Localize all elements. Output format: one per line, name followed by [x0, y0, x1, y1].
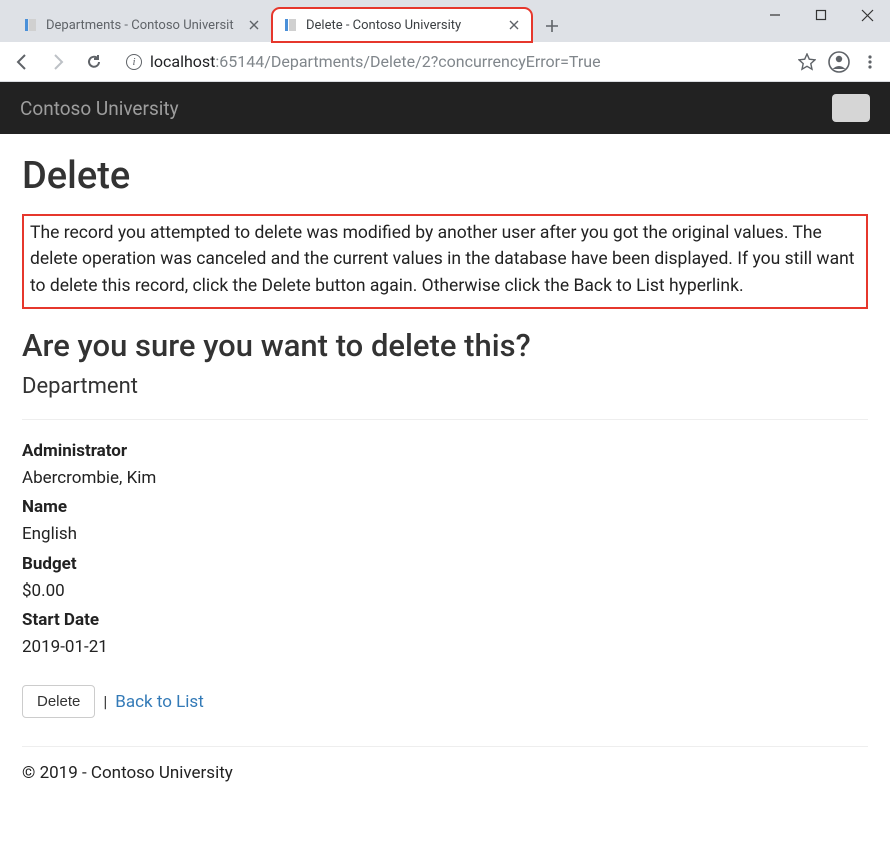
window-titlebar: Departments - Contoso Universit Delete -… [0, 0, 890, 42]
form-actions: Delete | Back to List [22, 685, 868, 718]
name-value: English [22, 521, 868, 548]
browser-tabs: Departments - Contoso Universit Delete -… [12, 8, 566, 42]
budget-label: Budget [22, 551, 868, 578]
forward-button[interactable] [44, 48, 72, 76]
bookmark-star-icon[interactable] [798, 53, 816, 71]
navbar-toggle-button[interactable] [832, 94, 870, 122]
page-favicon-icon [282, 17, 298, 33]
window-controls [752, 0, 890, 34]
name-label: Name [22, 494, 868, 521]
site-info-icon[interactable]: i [126, 54, 142, 70]
close-icon[interactable] [246, 17, 262, 33]
url-text: localhost:65144/Departments/Delete/2?con… [150, 52, 601, 71]
start-date-value: 2019-01-21 [22, 634, 868, 661]
details-list: Administrator Abercrombie, Kim Name Engl… [22, 438, 868, 662]
browser-tab-active[interactable]: Delete - Contoso University [272, 8, 532, 42]
concurrency-error-message: The record you attempted to delete was m… [22, 214, 868, 309]
confirm-heading: Are you sure you want to delete this? [22, 327, 868, 364]
tab-title: Delete - Contoso University [306, 18, 498, 33]
close-window-button[interactable] [844, 0, 890, 30]
app-navbar: Contoso University [0, 82, 890, 134]
entity-name: Department [22, 374, 868, 399]
back-to-list-link[interactable]: Back to List [115, 692, 204, 712]
kebab-menu-icon[interactable] [862, 54, 878, 70]
footer-divider [22, 746, 868, 747]
administrator-label: Administrator [22, 438, 868, 465]
tab-title: Departments - Contoso Universit [46, 18, 238, 33]
close-icon[interactable] [506, 17, 522, 33]
maximize-button[interactable] [798, 0, 844, 30]
actions-separator: | [103, 692, 107, 711]
delete-button[interactable]: Delete [22, 685, 95, 718]
administrator-value: Abercrombie, Kim [22, 465, 868, 492]
page-favicon-icon [22, 17, 38, 33]
url-host: localhost [150, 52, 215, 71]
address-bar[interactable]: i localhost:65144/Departments/Delete/2?c… [116, 47, 790, 77]
back-button[interactable] [8, 48, 36, 76]
new-tab-button[interactable] [538, 12, 566, 40]
navbar-brand[interactable]: Contoso University [20, 97, 179, 120]
page-content: Delete The record you attempted to delet… [0, 134, 890, 803]
page-footer: © 2019 - Contoso University [22, 763, 868, 783]
profile-icon[interactable] [828, 51, 850, 73]
url-path: /Departments/Delete/2?concurrencyError=T… [264, 52, 600, 71]
reload-button[interactable] [80, 48, 108, 76]
page-title: Delete [22, 154, 868, 198]
budget-value: $0.00 [22, 578, 868, 605]
divider [22, 419, 868, 420]
start-date-label: Start Date [22, 607, 868, 634]
url-port: :65144 [215, 52, 264, 71]
minimize-button[interactable] [752, 0, 798, 30]
browser-toolbar: i localhost:65144/Departments/Delete/2?c… [0, 42, 890, 82]
browser-tab-inactive[interactable]: Departments - Contoso Universit [12, 8, 272, 42]
